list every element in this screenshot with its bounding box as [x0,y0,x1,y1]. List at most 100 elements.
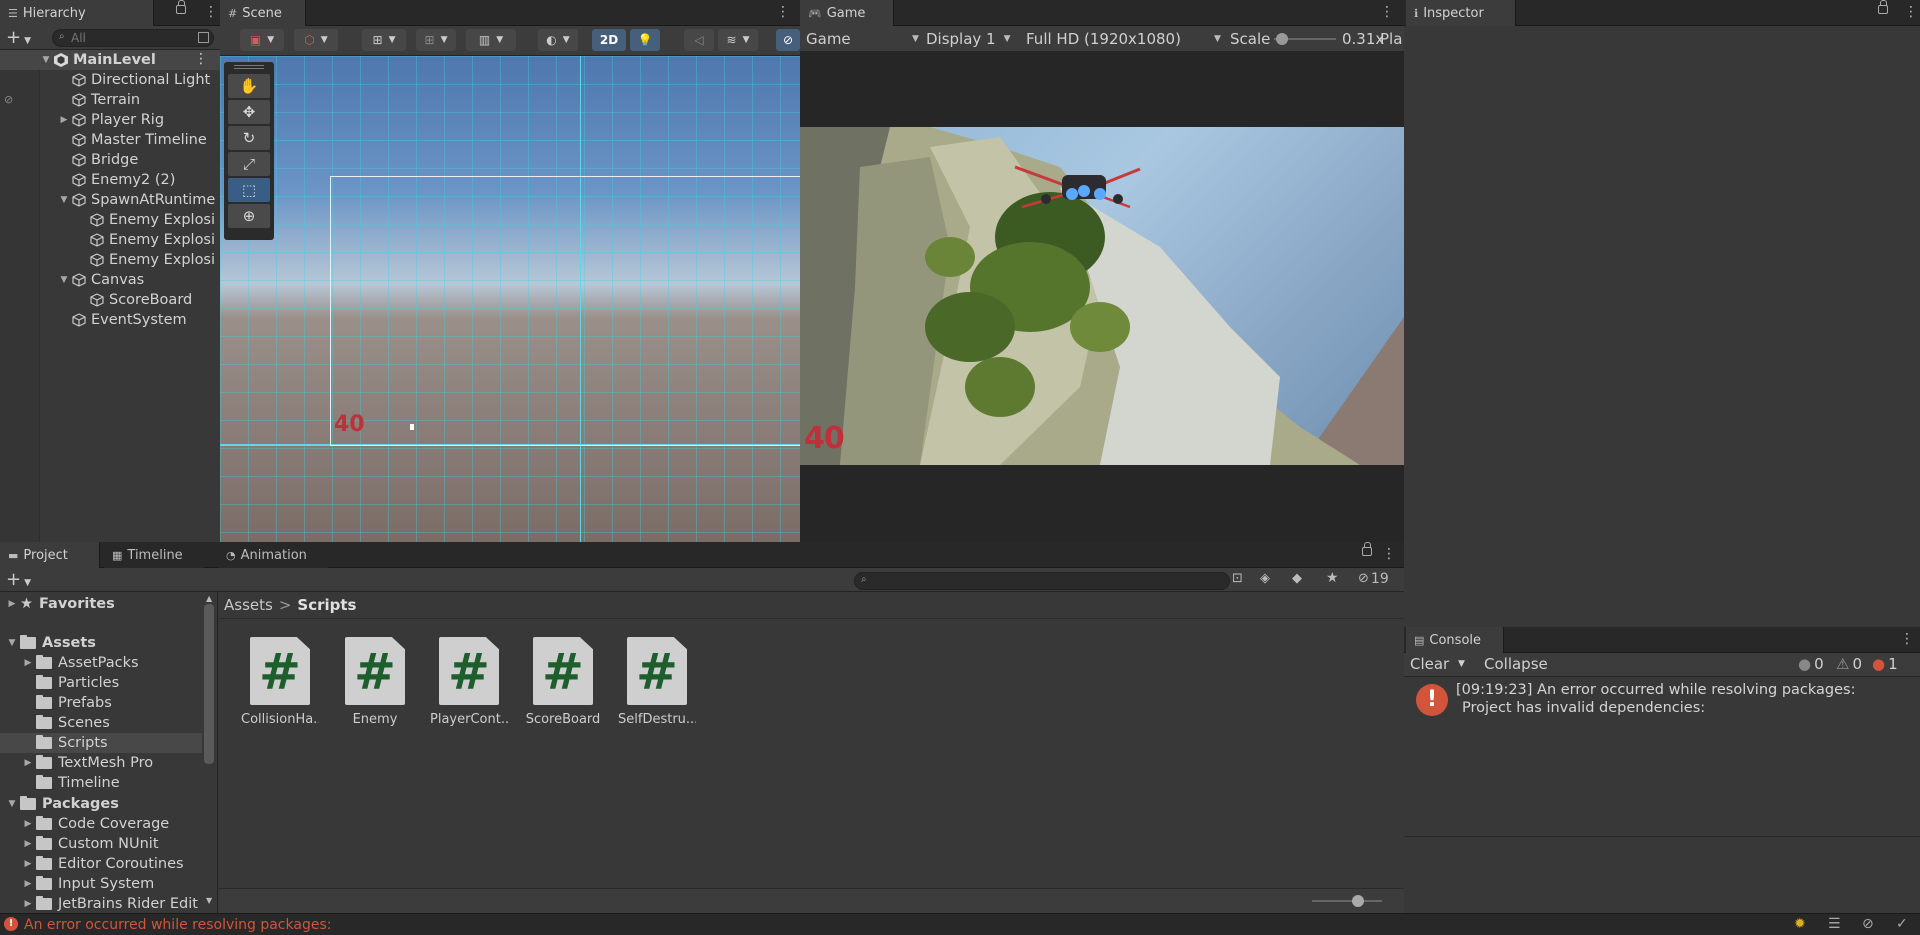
favorite-star-icon[interactable]: ★ [1326,570,1339,586]
scene-viewport[interactable]: 40 ✋ ✥ ↻ ⤢ ⬚ ⊕ [220,56,800,542]
progress-check-icon[interactable]: ✓ [1896,916,1908,932]
expand-arrow-icon[interactable]: ▼ [58,275,70,285]
gizmo-tool-button[interactable]: ▣ ▼ [240,29,284,51]
hierarchy-item[interactable]: ▶ Player Rig [0,110,220,130]
lock-icon[interactable] [1362,542,1372,556]
hand-tool-button[interactable]: ✋ [228,74,270,98]
toggle-2d-button[interactable]: 2D [592,29,626,51]
scale-tool-button[interactable]: ⤢ [228,152,270,176]
project-search-box[interactable]: ⌕ [854,572,1230,590]
lighting-button[interactable]: 💡 [630,29,660,51]
tree-assets[interactable]: ▼ Assets [0,633,202,653]
hierarchy-item[interactable]: Directional Light [0,70,220,90]
script-asset-tile[interactable]: # PlayerCont... [430,637,508,727]
hierarchy-item[interactable]: Bridge [0,150,220,170]
inspector-menu-icon[interactable]: ⋮ [1904,3,1918,21]
hierarchy-item[interactable]: EventSystem [0,310,220,330]
clear-button[interactable]: Clear [1410,652,1449,676]
search-by-type-icon[interactable]: ⊡ [1232,571,1243,586]
hierarchy-scene-row[interactable]: ▼ MainLevel ⋮ [0,50,220,70]
expand-arrow-icon[interactable]: ▼ [6,638,18,648]
scroll-up-arrow-icon[interactable]: ▲ [206,594,212,603]
expand-arrow-icon[interactable]: ▶ [22,658,34,668]
expand-arrow-icon[interactable]: ▶ [22,819,34,829]
tree-folder[interactable]: Prefabs [0,693,202,713]
tab-timeline[interactable]: ▦ Timeline [104,542,204,568]
palette-grip[interactable] [234,65,264,69]
pivot-button[interactable]: ⬡ ▼ [294,29,338,51]
scale-slider-thumb[interactable] [1276,33,1288,45]
expand-arrow-icon[interactable]: ▶ [22,839,34,849]
tree-packages[interactable]: ▼ Packages [0,794,202,814]
scroll-down-arrow-icon[interactable]: ▼ [206,896,212,905]
debug-bug-icon[interactable]: ✹ [1794,916,1806,932]
search-filter-icon[interactable] [198,32,209,43]
scene-visibility-button[interactable]: ⊘ [776,29,800,51]
effects-button[interactable]: ≋ ▼ [718,29,758,51]
tree-scrollbar[interactable] [204,604,214,764]
shading-mode-button[interactable]: ◐ ▼ [538,29,578,51]
expand-arrow-icon[interactable]: ▶ [22,899,34,909]
hierarchy-item[interactable]: Terrain [0,90,220,110]
tree-folder[interactable]: Particles [0,673,202,693]
scale-slider[interactable] [1274,33,1336,45]
game-menu-icon[interactable]: ⋮ [1380,3,1394,21]
play-focused-select[interactable]: Pla [1380,26,1402,52]
hierarchy-item[interactable]: ▼ SpawnAtRuntime [0,190,220,210]
expand-arrow-icon[interactable]: ▶ [22,879,34,889]
tree-folder[interactable]: ▶ TextMesh Pro [0,753,202,773]
collapse-button[interactable]: Collapse [1484,652,1548,676]
project-menu-icon[interactable]: ⋮ [1382,545,1396,563]
expand-arrow-icon[interactable]: ▶ [6,599,18,609]
script-asset-tile[interactable]: # Enemy [336,637,414,727]
filter-by-type-icon[interactable]: ◈ [1260,571,1270,586]
tree-folder[interactable]: Scripts [0,733,202,753]
breadcrumb-assets[interactable]: Assets [224,596,273,614]
console-menu-icon[interactable]: ⋮ [1900,630,1914,648]
script-asset-tile[interactable]: # SelfDestru... [618,637,696,727]
tab-scene[interactable]: # Scene [220,0,306,26]
cache-server-icon[interactable]: ☰ [1828,916,1841,932]
expand-arrow-icon[interactable]: ▶ [22,758,34,768]
clear-options-dropdown[interactable]: ▼ [1458,652,1465,676]
scene-menu-icon[interactable]: ⋮ [194,51,208,67]
snap-button[interactable]: ⊞ ▼ [362,29,406,51]
tree-folder[interactable]: Timeline [0,773,202,793]
game-viewport[interactable]: 40 [800,127,1404,465]
hierarchy-search-input[interactable] [71,31,181,45]
icon-size-slider[interactable] [1312,895,1382,907]
transform-tool-button[interactable]: ⊕ [228,204,270,228]
hidden-packages-button[interactable]: ⊘ 19 [1358,571,1389,587]
hierarchy-item[interactable]: Enemy Explosi [0,210,220,230]
tab-game[interactable]: 🎮 Game [800,0,894,26]
warning-count-toggle[interactable]: ⚠ 0 [1836,652,1862,676]
rect-tool-button[interactable]: ⬚ [228,178,270,202]
display-select[interactable]: Display 1 ▼ [926,26,1016,52]
status-error-text[interactable]: An error occurred while resolving packag… [24,917,331,933]
grid-snap-button[interactable]: ⊞ ▼ [416,29,456,51]
expand-arrow-icon[interactable]: ▶ [22,859,34,869]
move-tool-button[interactable]: ✥ [228,100,270,124]
increment-snap-button[interactable]: ▥ ▼ [466,29,516,51]
hierarchy-item[interactable]: ScoreBoard [0,290,220,310]
resolution-select[interactable]: Full HD (1920x1080) ▼ [1026,26,1221,52]
tree-package-folder[interactable]: ▶ Custom NUnit [0,834,202,854]
expand-arrow-icon[interactable]: ▼ [40,55,52,65]
hierarchy-item[interactable]: ▼ Canvas [0,270,220,290]
tree-package-folder[interactable]: ▶ Editor Coroutines [0,854,202,874]
hierarchy-item[interactable]: Enemy Explosi [0,230,220,250]
tab-animation[interactable]: ◔ Animation [218,542,328,568]
view-select[interactable]: Game ▼ [806,26,919,52]
icon-size-slider-thumb[interactable] [1352,895,1364,907]
script-asset-tile[interactable]: # ScoreBoard [524,637,602,727]
expand-arrow-icon[interactable]: ▼ [58,195,70,205]
expand-arrow-icon[interactable]: ▼ [6,799,18,809]
tab-console[interactable]: ▤ Console [1406,627,1504,653]
console-log-entry[interactable]: ! [09:19:23] An error occurred while res… [1404,680,1920,724]
filter-by-label-icon[interactable]: ◆ [1292,571,1302,586]
info-count-toggle[interactable]: ● 0 [1798,652,1824,676]
tree-folder[interactable]: Scenes [0,713,202,733]
hierarchy-item[interactable]: Master Timeline [0,130,220,150]
tab-hierarchy[interactable]: ☰ Hierarchy [0,0,154,26]
expand-arrow-icon[interactable]: ▶ [58,115,70,125]
